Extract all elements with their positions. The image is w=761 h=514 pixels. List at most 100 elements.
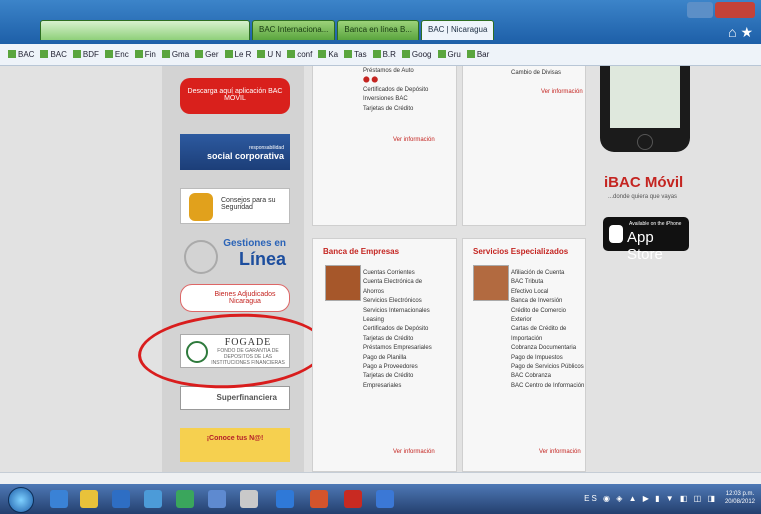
taskbar-app-icon[interactable] (344, 490, 362, 508)
iphone-screen (610, 66, 680, 128)
windows-taskbar: ES ◉ ◈ ▲ ▶ ▮ ▼ ◧ ◫ ◨ 12:03 p.m. 20/08/20… (0, 484, 761, 514)
minimize-button[interactable] (687, 2, 713, 18)
superfinanciero-banner[interactable]: Superfinanciera (180, 386, 290, 410)
businessman-photo (325, 265, 361, 301)
link[interactable]: Pago de Impuestos (511, 354, 584, 363)
tab-bac-nicaragua[interactable]: BAC | Nicaragua (420, 20, 495, 40)
taskbar-app-icon[interactable] (144, 490, 162, 508)
link[interactable]: Servicios Internacionales (363, 307, 432, 316)
favorite-link[interactable]: Gma (161, 50, 189, 59)
browser-title-bar: BAC Internaciona... Banca en línea B... … (0, 0, 761, 44)
favorite-link[interactable]: Gru (437, 50, 461, 59)
gestiones-text: Gestiones en (223, 238, 286, 249)
link-list: Préstamos de Auto ⬤ ⬤ Certificados de De… (363, 67, 428, 114)
link[interactable]: Importación (511, 335, 584, 344)
favicon-icon (40, 50, 49, 58)
link[interactable]: Tarjetas de Crédito (363, 335, 432, 344)
conoce-banner[interactable]: ¡Conoce tus N@! (180, 428, 290, 462)
link[interactable]: BAC Cobranza (511, 372, 584, 381)
link[interactable]: Empresariales (363, 382, 432, 391)
favorite-link[interactable]: Fin (134, 50, 156, 59)
link[interactable]: Servicios Electrónicos (363, 297, 432, 306)
link[interactable]: Cobranza Documentaria (511, 344, 584, 353)
favorite-link[interactable]: BDF (72, 50, 99, 59)
folder-icon[interactable] (50, 490, 68, 508)
favorite-link[interactable]: Bar (466, 50, 489, 59)
link[interactable]: Certificados de Depósito (363, 86, 428, 95)
link[interactable]: Cartas de Crédito de (511, 325, 584, 334)
favorite-link[interactable]: BAC (8, 50, 34, 59)
link: ⬤ ⬤ (363, 77, 379, 84)
taskbar-clock[interactable]: 12:03 p.m. 20/08/2012 (725, 490, 755, 506)
link[interactable]: Cuentas Corrientes (363, 269, 432, 278)
ibac-movil-title[interactable]: iBAC Móvil (604, 174, 683, 191)
link[interactable]: Préstamos Empresariales (363, 344, 432, 353)
favorite-link[interactable]: U N (257, 50, 281, 59)
link[interactable]: Afiliación de Cuenta (511, 269, 584, 278)
link[interactable]: Leasing (363, 316, 432, 325)
link[interactable]: BAC Tributa (511, 278, 584, 287)
link[interactable]: Cuenta Electrónica de (363, 278, 432, 287)
system-tray-icons[interactable]: ES ◉ ◈ ▲ ▶ ▮ ▼ ◧ ◫ ◨ (584, 494, 717, 503)
address-bar[interactable] (40, 20, 250, 40)
favorite-link[interactable]: Goog (401, 50, 432, 59)
taskbar-app-icon[interactable] (112, 490, 130, 508)
ver-informacion-link[interactable]: Ver información (393, 137, 435, 143)
favorite-link[interactable]: BAC (40, 50, 67, 59)
link[interactable]: Pago a Proveedores (363, 363, 432, 372)
taskbar-app-icon[interactable] (80, 490, 98, 508)
link[interactable]: Tarjetas de Crédito (363, 105, 428, 114)
home-star-icons[interactable]: ⌂ ★ (728, 24, 753, 41)
businesswoman-photo (473, 265, 509, 301)
link[interactable]: Tarjetas de Crédito (363, 372, 432, 381)
taskbar-app-icon[interactable] (310, 490, 328, 508)
link[interactable]: Préstamos de Auto (363, 67, 428, 76)
favorite-link[interactable]: Ka (318, 50, 338, 59)
taskbar-app-icon[interactable] (240, 490, 258, 508)
close-window-button[interactable] (715, 2, 755, 18)
word-icon[interactable] (376, 490, 394, 508)
favicon-icon (72, 50, 81, 58)
start-button[interactable] (8, 487, 34, 513)
favorite-link[interactable]: B.R (372, 50, 396, 59)
ver-informacion-link[interactable]: Ver información (393, 449, 435, 455)
ver-informacion-link[interactable]: Ver información (539, 449, 581, 455)
favorite-link[interactable]: conf (287, 50, 312, 59)
link[interactable]: BAC Centro de Información (511, 382, 584, 391)
info-circle-icon (184, 240, 218, 274)
iphone-image[interactable] (600, 66, 690, 152)
taskbar-app-icon[interactable] (176, 490, 194, 508)
taskbar-app-icon[interactable] (208, 490, 226, 508)
link[interactable]: Pago de Servicios Públicos (511, 363, 584, 372)
social-corporativa-banner[interactable]: responsabilidad social corporativa (180, 134, 290, 170)
link[interactable]: Ahorros (363, 288, 432, 297)
panel-servicios-especializados: Servicios Especializados Afiliación de C… (462, 238, 586, 472)
tab-bac-internacional[interactable]: BAC Internaciona... (252, 20, 336, 40)
seguridad-banner[interactable]: Consejos para su Seguridad (180, 188, 290, 224)
app-store-small-text: Available on the iPhone (629, 221, 682, 227)
tab-banca-en-linea[interactable]: Banca en línea B... (337, 20, 419, 40)
favorite-link[interactable]: Tas (344, 50, 367, 59)
favicon-icon (161, 50, 170, 58)
link[interactable]: Crédito de Comercio (511, 307, 584, 316)
link[interactable]: Exterior (511, 316, 584, 325)
favorite-link[interactable]: Ger (195, 50, 219, 59)
favorite-link[interactable]: Le R (224, 50, 251, 59)
bac-movil-banner[interactable]: Descarga aquí aplicación BAC MÓVIL (180, 78, 290, 114)
link[interactable]: Inversiones BAC (363, 95, 428, 104)
link[interactable]: Efectivo Local (511, 288, 584, 297)
panel-personas-top-right: Cambio de Divisas Ver información (462, 66, 586, 226)
link[interactable]: Certificados de Depósito (363, 325, 432, 334)
app-store-badge[interactable]: Available on the iPhone App Store (603, 217, 689, 263)
ver-informacion-link[interactable]: Ver información (541, 89, 583, 95)
bienes-adjudicados-banner[interactable]: Bienes Adjudicados Nicaragua (180, 284, 290, 312)
iphone-home-button (637, 134, 653, 150)
link[interactable]: Pago de Planilla (363, 354, 432, 363)
gestiones-en-linea-banner[interactable]: Gestiones en Línea (180, 236, 290, 276)
link[interactable]: Banca de Inversión (511, 297, 584, 306)
favorite-link[interactable]: Enc (104, 50, 129, 59)
link[interactable]: Cambio de Divisas (511, 69, 561, 78)
taskbar-app-icon[interactable] (276, 490, 294, 508)
favicon-icon (344, 50, 353, 58)
lock-icon (189, 193, 213, 221)
